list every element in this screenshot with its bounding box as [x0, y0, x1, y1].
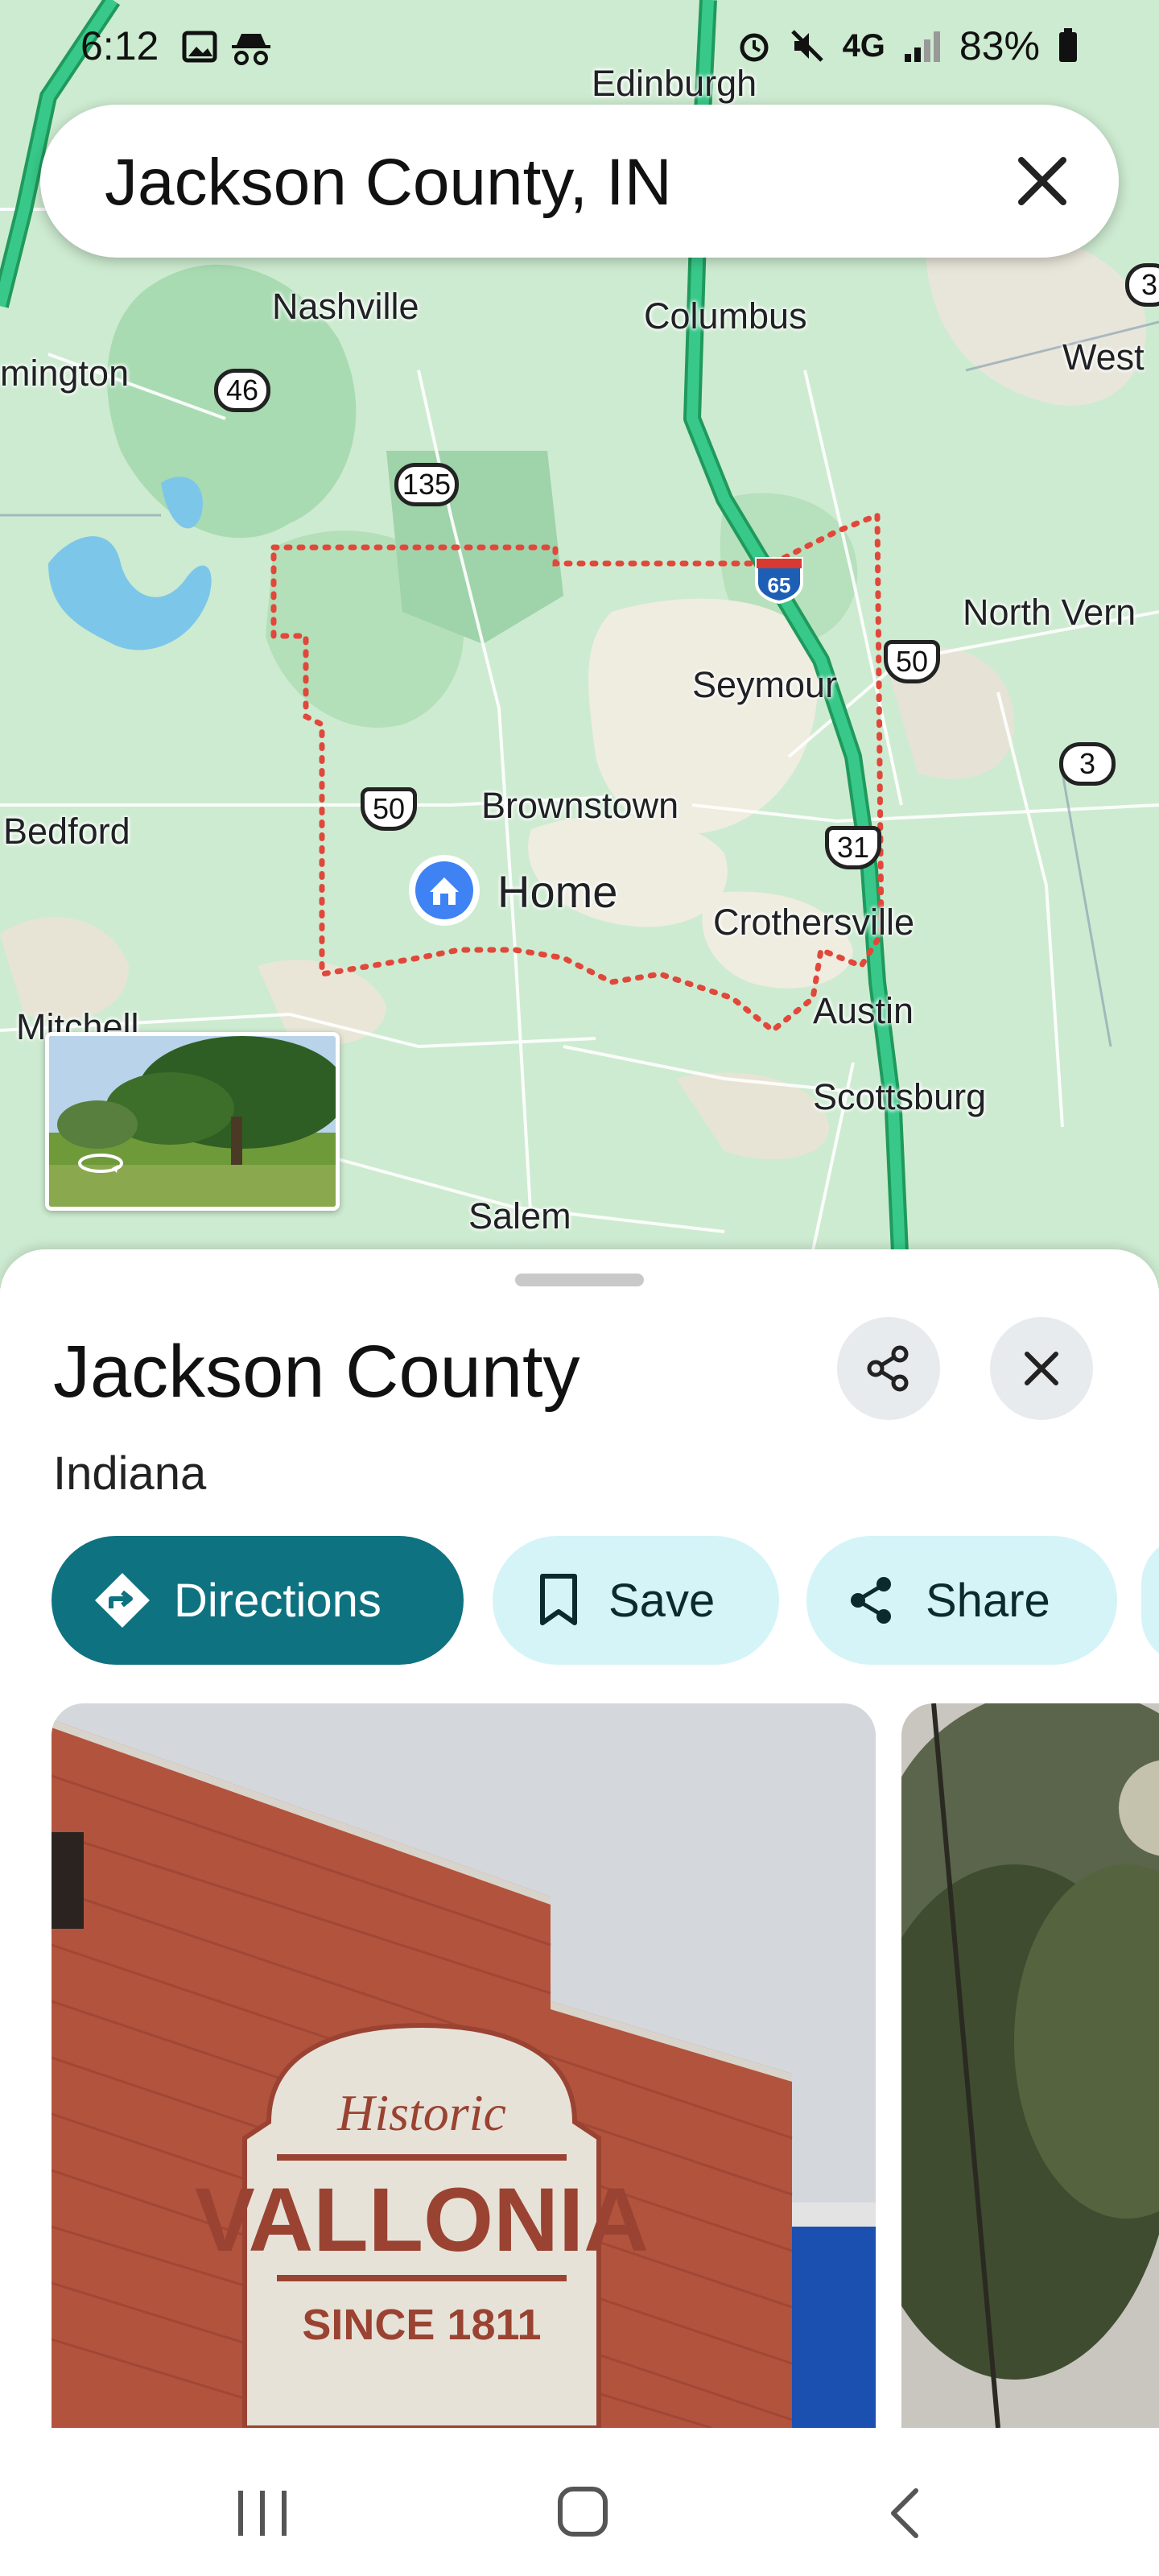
- place-label[interactable]: Scottsburg: [813, 1076, 986, 1118]
- more-action-button[interactable]: [1141, 1536, 1159, 1665]
- directions-button[interactable]: Directions: [52, 1536, 464, 1665]
- bookmark-icon: [540, 1574, 577, 1625]
- gallery-icon: [182, 31, 217, 63]
- signal-icon: [904, 31, 940, 62]
- directions-label: Directions: [174, 1574, 382, 1627]
- search-input[interactable]: Jackson County, IN: [105, 145, 672, 221]
- sign-main-text: VALLONIA: [195, 2169, 649, 2270]
- status-indicators: 4G 83%: [736, 23, 1079, 69]
- share-icon-button[interactable]: [837, 1317, 940, 1420]
- home-label[interactable]: Home: [497, 865, 617, 918]
- system-nav-bar: [0, 2434, 1159, 2576]
- status-time: 6:12: [80, 23, 159, 68]
- drag-handle[interactable]: [515, 1274, 644, 1286]
- home-pin-icon[interactable]: [406, 852, 483, 929]
- route-shield: 50: [361, 787, 417, 831]
- battery-percent: 83%: [959, 23, 1040, 68]
- directions-icon: [95, 1573, 150, 1628]
- recents-icon[interactable]: [233, 2487, 291, 2539]
- street-view-image: [49, 1036, 336, 1207]
- place-photo[interactable]: Historic VALLONIA SINCE 1811: [52, 1703, 876, 2428]
- trees-photo: [901, 1703, 1159, 2428]
- share-icon: [867, 1345, 909, 1392]
- place-sheet: Jackson County Indiana Directions Save S…: [0, 1249, 1159, 2434]
- status-bar: 6:12 4G 83%: [0, 0, 1159, 97]
- interstate-number: 65: [768, 573, 791, 597]
- save-label: Save: [608, 1574, 716, 1627]
- close-icon: [1025, 1352, 1058, 1385]
- save-button[interactable]: Save: [493, 1536, 779, 1665]
- share-label: Share: [926, 1574, 1050, 1627]
- incognito-icon: [232, 34, 270, 65]
- route-shield: 50: [884, 640, 940, 683]
- place-label[interactable]: Seymour: [692, 664, 837, 706]
- network-type: 4G: [842, 27, 885, 64]
- close-sheet-button[interactable]: [990, 1317, 1093, 1420]
- street-view-thumbnail[interactable]: [45, 1032, 340, 1211]
- clear-search-icon[interactable]: [1010, 149, 1074, 213]
- place-title: Jackson County: [53, 1331, 580, 1413]
- place-label[interactable]: North Vern: [963, 592, 1136, 634]
- route-shield: 46: [214, 369, 270, 412]
- place-label[interactable]: Austin: [813, 990, 914, 1032]
- search-bar[interactable]: Jackson County, IN: [40, 105, 1119, 258]
- place-label[interactable]: Brownstown: [481, 785, 678, 827]
- sign-top-text: Historic: [336, 2084, 506, 2141]
- home-nav-icon[interactable]: [555, 2484, 610, 2539]
- place-label[interactable]: mington: [0, 353, 129, 394]
- route-shield: 3: [1059, 742, 1116, 786]
- route-shield: 3: [1125, 263, 1159, 307]
- place-label[interactable]: Bedford: [3, 811, 130, 852]
- route-shield: 135: [394, 463, 459, 506]
- place-photo[interactable]: [901, 1703, 1159, 2428]
- place-label[interactable]: Nashville: [272, 286, 419, 328]
- rotate-360-icon: [78, 1154, 123, 1173]
- share-button[interactable]: Share: [806, 1536, 1117, 1665]
- sign-bottom-text: SINCE 1811: [302, 2301, 541, 2349]
- mute-icon: [790, 30, 823, 62]
- place-label[interactable]: Columbus: [644, 295, 807, 337]
- vallonia-photo: Historic VALLONIA SINCE 1811: [52, 1703, 876, 2428]
- alarm-icon: [740, 33, 769, 62]
- place-label[interactable]: Salem: [468, 1195, 571, 1237]
- battery-icon: [1059, 28, 1077, 62]
- place-label[interactable]: Crothersville: [713, 902, 914, 943]
- share-icon: [851, 1577, 891, 1624]
- interstate-shield: 65: [755, 557, 803, 604]
- back-icon[interactable]: [885, 2486, 924, 2541]
- route-shield: 31: [825, 826, 881, 869]
- place-label[interactable]: West: [1062, 336, 1145, 378]
- place-subtitle: Indiana: [53, 1447, 207, 1500]
